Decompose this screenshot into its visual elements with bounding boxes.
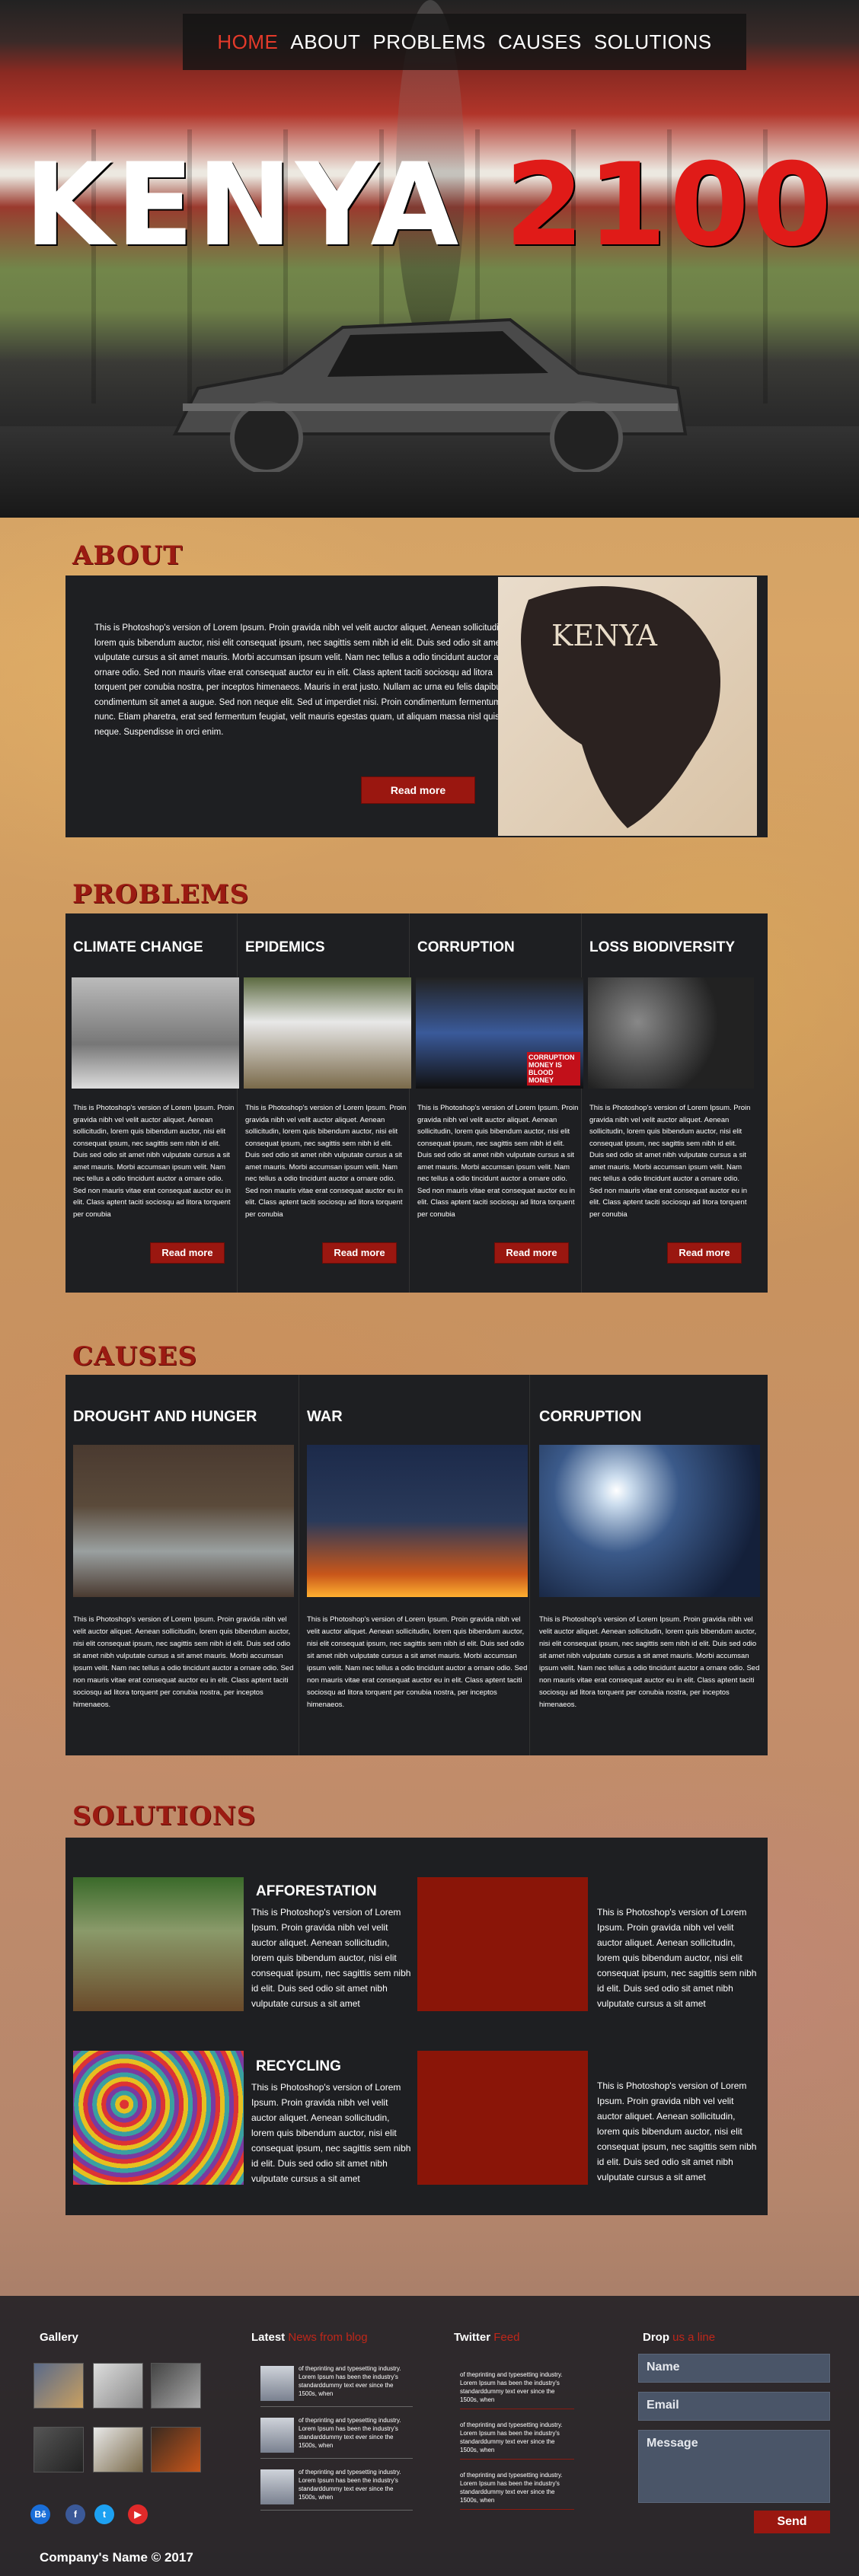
post-text: of theprinting and typesetting industry.… xyxy=(299,2469,401,2501)
cause-title: WAR xyxy=(307,1408,343,1425)
kenya-image-caption: KENYA xyxy=(551,619,658,652)
nav-causes[interactable]: CAUSES xyxy=(498,30,582,54)
solution-placeholder-block xyxy=(417,1877,588,2011)
gallery-thumb[interactable] xyxy=(93,2427,143,2472)
cause-title: DROUGHT AND HUNGER xyxy=(73,1408,257,1425)
problem-read-more-button[interactable]: Read more xyxy=(150,1242,225,1264)
main-nav: HOME ABOUT PROBLEMS CAUSES SOLUTIONS xyxy=(183,14,746,70)
gallery-thumb[interactable] xyxy=(34,2427,84,2472)
latest-post[interactable]: of theprinting and typesetting industry.… xyxy=(260,2363,413,2407)
epidemics-image xyxy=(244,977,411,1089)
problems-panel: CLIMATE CHANGE This is Photoshop's versi… xyxy=(65,913,768,1293)
drop-title: Drop us a line xyxy=(643,2331,716,2344)
tweet[interactable]: of theprinting and typesetting industry.… xyxy=(460,2370,574,2409)
latest-title: Latest News from blog xyxy=(251,2331,368,2344)
hero-banner: HOME ABOUT PROBLEMS CAUSES SOLUTIONS KEN… xyxy=(0,0,859,518)
about-text: This is Photoshop's version of Lorem Ips… xyxy=(94,623,522,737)
hero-title-red: 2100 xyxy=(504,139,835,272)
problem-text: This is Photoshop's version of Lorem Ips… xyxy=(417,1104,579,1219)
problem-title: EPIDEMICS xyxy=(245,939,325,955)
gallery-thumb[interactable] xyxy=(34,2363,84,2409)
corruption-image: CORRUPTION MONEY IS BLOOD MONEY xyxy=(416,977,583,1089)
causes-panel: DROUGHT AND HUNGER This is Photoshop's v… xyxy=(65,1375,768,1755)
problem-title: CLIMATE CHANGE xyxy=(73,939,203,955)
cause-card: DROUGHT AND HUNGER This is Photoshop's v… xyxy=(65,1375,297,1755)
problem-text: This is Photoshop's version of Lorem Ips… xyxy=(589,1104,751,1219)
problem-read-more-button[interactable]: Read more xyxy=(322,1242,397,1264)
problem-title: CORRUPTION xyxy=(417,939,515,955)
about-heading: ABOUT xyxy=(72,540,184,571)
twitter-icon[interactable]: t xyxy=(94,2504,114,2524)
kenya-africa-image: KENYA xyxy=(498,577,757,836)
problem-read-more-button[interactable]: Read more xyxy=(667,1242,742,1264)
cause-text: This is Photoshop's version of Lorem Ips… xyxy=(307,1615,528,1709)
problems-heading: PROBLEMS xyxy=(72,879,250,910)
nav-home[interactable]: HOME xyxy=(217,30,278,54)
afforestation-image xyxy=(73,1877,244,2011)
problem-text: This is Photoshop's version of Lorem Ips… xyxy=(245,1104,407,1219)
copyright: Company's Name © 2017 xyxy=(40,2550,193,2565)
recycling-image xyxy=(73,2051,244,2185)
post-thumbnail xyxy=(260,2418,294,2453)
problem-text: This is Photoshop's version of Lorem Ips… xyxy=(73,1104,235,1219)
gallery-thumb[interactable] xyxy=(151,2363,201,2409)
cause-text: This is Photoshop's version of Lorem Ips… xyxy=(73,1615,294,1709)
solution-title: RECYCLING xyxy=(256,2058,341,2074)
nav-solutions[interactable]: SOLUTIONS xyxy=(594,30,712,54)
corruption-image-caption: CORRUPTION MONEY IS BLOOD MONEY xyxy=(527,1052,580,1086)
youtube-icon[interactable]: ▶ xyxy=(128,2504,148,2524)
post-text: of theprinting and typesetting industry.… xyxy=(299,2417,401,2449)
solution-side-text: This is Photoshop's version of Lorem Ips… xyxy=(597,2080,757,2182)
post-thumbnail xyxy=(260,2366,294,2401)
drought-image xyxy=(73,1445,294,1597)
problem-title: LOSS BIODIVERSITY xyxy=(589,939,736,955)
post-thumbnail xyxy=(260,2469,294,2504)
problem-card: CORRUPTION CORRUPTION MONEY IS BLOOD MON… xyxy=(410,913,583,1293)
nav-problems[interactable]: PROBLEMS xyxy=(372,30,486,54)
war-image xyxy=(307,1445,528,1597)
climate-change-image xyxy=(72,977,239,1089)
about-read-more-button[interactable]: Read more xyxy=(361,776,475,804)
solution-text: This is Photoshop's version of Lorem Ips… xyxy=(251,1907,411,2009)
email-field[interactable]: Email xyxy=(638,2392,830,2421)
problem-read-more-button[interactable]: Read more xyxy=(494,1242,569,1264)
cause-card: WAR This is Photoshop's version of Lorem… xyxy=(299,1375,530,1755)
cause-text: This is Photoshop's version of Lorem Ips… xyxy=(539,1615,760,1709)
solutions-panel: AFFORESTATION This is Photoshop's versio… xyxy=(65,1838,768,2215)
post-text: of theprinting and typesetting industry.… xyxy=(299,2365,401,2397)
facebook-icon[interactable]: f xyxy=(65,2504,85,2524)
hero-title-white: KENYA xyxy=(24,139,462,272)
solutions-heading: SOLUTIONS xyxy=(72,1801,257,1832)
corruption-crosses-image xyxy=(539,1445,760,1597)
name-field[interactable]: Name xyxy=(638,2354,830,2383)
tweet[interactable]: of theprinting and typesetting industry.… xyxy=(460,2421,574,2460)
latest-post[interactable]: of theprinting and typesetting industry.… xyxy=(260,2466,413,2511)
solution-text: This is Photoshop's version of Lorem Ips… xyxy=(251,2082,411,2184)
nav-about[interactable]: ABOUT xyxy=(290,30,360,54)
gallery-thumb[interactable] xyxy=(151,2427,201,2472)
message-field[interactable]: Message xyxy=(638,2430,830,2503)
loss-biodiversity-image xyxy=(588,977,754,1089)
problem-card: CLIMATE CHANGE This is Photoshop's versi… xyxy=(65,913,239,1293)
cause-title: CORRUPTION xyxy=(539,1408,642,1425)
twitter-title: Twitter Feed xyxy=(454,2331,520,2344)
tweet[interactable]: of theprinting and typesetting industry.… xyxy=(460,2471,574,2510)
hero-title: KENYA 2100 xyxy=(0,148,859,263)
solution-side-text: This is Photoshop's version of Lorem Ips… xyxy=(597,1907,757,2009)
problem-card: LOSS BIODIVERSITY This is Photoshop's ve… xyxy=(582,913,754,1293)
solution-title: AFFORESTATION xyxy=(256,1883,377,1899)
cause-card: CORRUPTION This is Photoshop's version o… xyxy=(532,1375,768,1755)
behance-icon[interactable]: Bē xyxy=(30,2504,50,2524)
causes-heading: CAUSES xyxy=(72,1341,198,1372)
problem-card: EPIDEMICS This is Photoshop's version of… xyxy=(238,913,411,1293)
solution-placeholder-block xyxy=(417,2051,588,2185)
gallery-thumb[interactable] xyxy=(93,2363,143,2409)
burned-car-image xyxy=(172,317,688,472)
send-button[interactable]: Send xyxy=(754,2511,830,2533)
about-panel: This is Photoshop's version of Lorem Ips… xyxy=(65,575,768,837)
latest-post[interactable]: of theprinting and typesetting industry.… xyxy=(260,2415,413,2459)
gallery-title: Gallery xyxy=(40,2331,78,2344)
